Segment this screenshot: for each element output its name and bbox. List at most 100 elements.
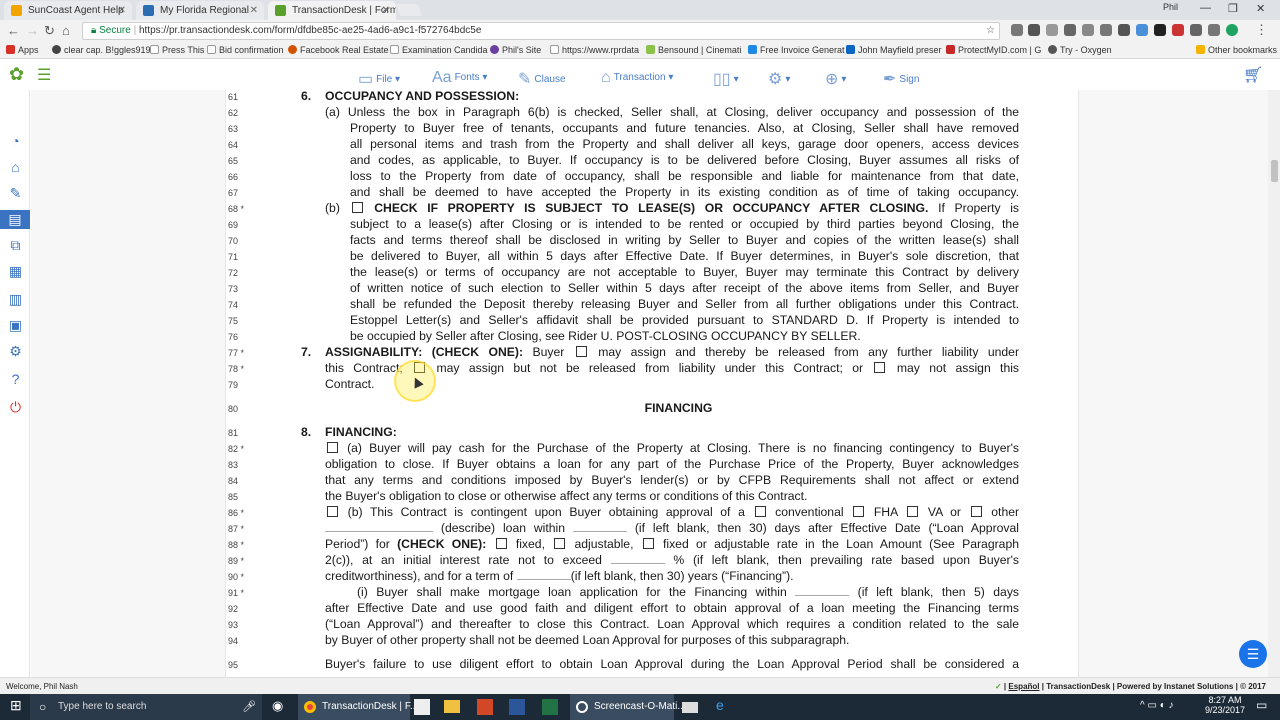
home-icon[interactable]: ⌂ — [62, 23, 70, 38]
close-icon[interactable]: ✕ — [118, 1, 126, 20]
cart-icon[interactable]: 🛒︎ — [1243, 65, 1263, 85]
menu-icon[interactable]: ⋮ — [1255, 22, 1268, 38]
va-checkbox[interactable] — [907, 506, 919, 517]
dashboard-icon[interactable]: ◔ — [6, 132, 25, 151]
interest-rate-input[interactable] — [610, 563, 665, 564]
url-input[interactable]: 🔒︎ Secure | https://pr.transactiondesk.c… — [82, 22, 1000, 40]
notification-icon[interactable]: ▭ — [1256, 698, 1267, 714]
cash-checkbox[interactable] — [327, 442, 338, 453]
calendar-icon[interactable]: ▦ — [6, 262, 25, 281]
chat-menu-button[interactable]: ☰ — [1239, 640, 1267, 668]
bookmark-item[interactable]: Bid confirmation — [207, 45, 284, 55]
extension-icon[interactable] — [1118, 24, 1130, 36]
close-icon[interactable]: ✕ — [250, 1, 258, 20]
fixed-rate-checkbox[interactable] — [495, 538, 507, 549]
extension-icon[interactable] — [1028, 24, 1040, 36]
bookmark-item[interactable]: Facebook Real Estate — [288, 45, 389, 55]
maximize-icon[interactable]: ❐ — [1228, 2, 1238, 15]
microphone-icon[interactable]: 🎤︎ — [242, 700, 256, 713]
other-loan-checkbox[interactable] — [970, 506, 982, 517]
mail-icon[interactable] — [682, 702, 698, 713]
minimize-icon[interactable]: — — [1200, 2, 1211, 14]
conventional-checkbox[interactable] — [754, 506, 766, 517]
clock[interactable]: 8:27 AM 9/23/2017 — [1205, 695, 1245, 715]
browser-tab-active[interactable]: TransactionDesk | Forms ✕ — [268, 1, 396, 20]
browser-tab[interactable]: My Florida Regional ✕ — [136, 1, 264, 20]
loan-term-input[interactable] — [516, 579, 571, 580]
edit-icon[interactable]: ✎ — [6, 184, 25, 203]
loan-days-input[interactable] — [572, 531, 627, 532]
tray-icons[interactable]: ^ ▭ ◐ ♪ — [1140, 700, 1174, 716]
app-icon[interactable]: ◉ — [272, 698, 283, 714]
hamburger-icon[interactable]: ☰ — [37, 65, 51, 85]
word-icon[interactable] — [509, 699, 525, 715]
forms-icon[interactable]: ▤ — [0, 210, 30, 229]
bookmark-item[interactable]: Other bookmarks — [1196, 45, 1277, 55]
window-close-icon[interactable]: ✕ — [1256, 2, 1265, 15]
extension-icon[interactable] — [1011, 24, 1023, 36]
back-icon[interactable]: ← — [7, 23, 20, 38]
lease-checkbox[interactable] — [351, 202, 363, 213]
extension-icon[interactable] — [1172, 24, 1184, 36]
extension-icon[interactable] — [1100, 24, 1112, 36]
taskbar-search-input[interactable]: ○ Type here to search 🎤︎ — [30, 694, 262, 720]
fha-checkbox[interactable] — [853, 506, 865, 517]
bookmark-item[interactable]: Press This — [150, 45, 204, 55]
vertical-scrollbar[interactable] — [1268, 90, 1280, 677]
clause-button[interactable]: ✎ Clause — [518, 69, 566, 89]
star-icon[interactable]: ☆ — [986, 23, 995, 39]
extension-icon[interactable] — [1208, 24, 1220, 36]
extension-icon[interactable] — [1064, 24, 1076, 36]
grammarly-icon[interactable] — [1226, 24, 1238, 36]
stamp-menu-button[interactable]: ⚙ ▾ — [768, 69, 790, 89]
offices-icon[interactable]: ▥ — [6, 290, 25, 309]
zoom-menu-button[interactable]: ⊕ ▾ — [825, 69, 846, 89]
transaction-menu-button[interactable]: ⌂ Transaction ▾ — [601, 69, 673, 87]
profile-badge[interactable]: Phil — [1163, 2, 1178, 12]
edge-icon[interactable]: e — [716, 697, 724, 713]
excel-icon[interactable] — [542, 699, 558, 715]
close-icon[interactable]: ✕ — [382, 1, 390, 20]
bookmark-item[interactable]: Free Invoice Generat — [748, 45, 845, 55]
bookmark-item[interactable]: Bensound | Cinemati — [646, 45, 741, 55]
home-icon[interactable]: ⌂ — [6, 158, 25, 177]
bookmark-item[interactable]: John Mayfield preser — [846, 45, 942, 55]
powerpoint-icon[interactable] — [477, 699, 493, 715]
extension-icon[interactable] — [1082, 24, 1094, 36]
loan-type-input[interactable] — [325, 531, 433, 532]
settings-icon[interactable]: ⚙ — [6, 342, 25, 361]
library-icon[interactable]: ⧉ — [6, 236, 25, 255]
bookmark-item[interactable]: https://www.rprdata — [550, 45, 639, 55]
new-tab-button[interactable] — [395, 4, 423, 16]
app-icon[interactable] — [414, 699, 430, 715]
financing-checkbox[interactable] — [327, 506, 338, 517]
sign-button[interactable]: ✒ Sign — [883, 69, 919, 89]
extension-icon[interactable] — [1136, 24, 1148, 36]
bookmark-item[interactable]: ProtectMyID.com | G — [946, 45, 1041, 55]
windows-start-icon[interactable]: ⊞ — [10, 697, 22, 713]
reload-icon[interactable]: ↻ — [44, 23, 55, 39]
power-icon[interactable]: ⏻ — [6, 398, 25, 417]
scrollbar-thumb[interactable] — [1271, 160, 1278, 182]
taskbar-screencast-app[interactable]: Screencast-O-Mati... — [570, 694, 686, 720]
bookmark-item[interactable]: Phil's Site — [490, 45, 541, 55]
contacts-icon[interactable]: ▣ — [6, 316, 25, 335]
book-menu-button[interactable]: ▯▯ ▾ — [713, 69, 739, 89]
extension-icon[interactable] — [1046, 24, 1058, 36]
bookmark-item[interactable]: Apps — [6, 45, 39, 55]
folder-icon[interactable] — [444, 700, 460, 713]
help-icon[interactable]: ? — [6, 370, 25, 389]
forward-icon[interactable]: → — [26, 23, 39, 38]
extension-icon[interactable] — [1190, 24, 1202, 36]
bookmark-item[interactable]: Try - Oxygen — [1048, 45, 1112, 55]
may-not-assign-checkbox[interactable] — [874, 362, 886, 373]
fixed-or-adjustable-checkbox[interactable] — [642, 538, 654, 549]
adjustable-rate-checkbox[interactable] — [554, 538, 566, 549]
bookmark-item[interactable]: Examination Candida — [390, 45, 488, 55]
browser-tab[interactable]: SunCoast Agent Help ✕ — [4, 1, 132, 20]
taskbar-chrome-app[interactable]: TransactionDesk | F... — [298, 694, 418, 720]
extension-icon[interactable] — [1154, 24, 1166, 36]
may-assign-released-checkbox[interactable] — [575, 346, 587, 357]
bookmark-item[interactable]: clear cap. B!ggles919 — [52, 45, 151, 55]
application-days-input[interactable] — [795, 595, 850, 596]
